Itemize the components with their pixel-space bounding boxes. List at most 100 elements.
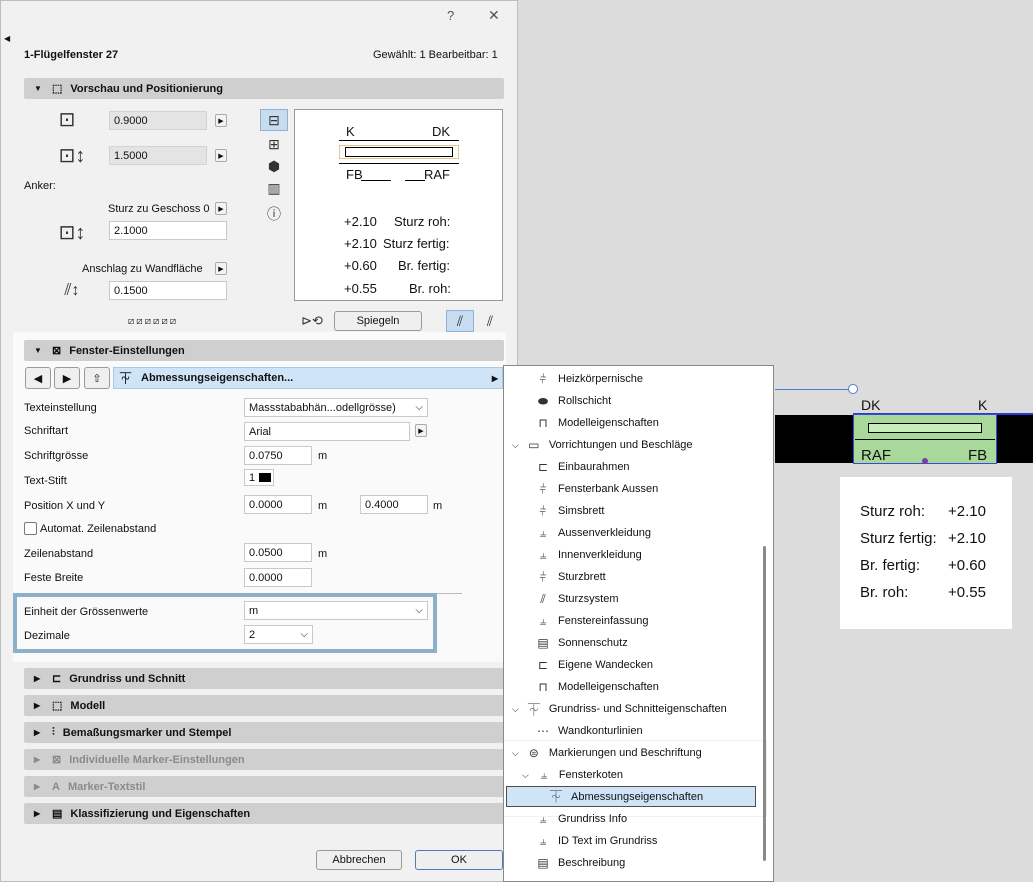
menu-item[interactable]: ⊓ Modelleigenschaften [534, 412, 659, 434]
nav-up-button[interactable]: ⇧ [84, 367, 110, 389]
menu-item[interactable]: ⫨ Fenstereinfassung [534, 610, 649, 632]
section-modell[interactable]: ▶ ⬚ Modell [24, 695, 504, 716]
section-marker[interactable]: ▶ ⫶ Bemaßungsmarker und Stempel [24, 722, 504, 743]
cube-icon: ⬚ [52, 700, 63, 712]
schriftgroesse-label: Schriftgrösse [24, 450, 89, 462]
menu-group[interactable]: ⌵ ⏇ Grundriss- und Schnitteigenschaften [512, 698, 727, 720]
corner-icon: ⊏ [537, 658, 549, 672]
menu-item[interactable]: ⫨ ID Text im Grundriss [534, 830, 658, 852]
schriftart-input[interactable]: Arial [244, 422, 410, 441]
section-individual-marker[interactable]: ▶ ⊠ Individuelle Marker-Einstellungen [24, 749, 504, 770]
3d-view-icon[interactable]: ⬢ [260, 155, 288, 177]
preview-k: K [346, 124, 355, 139]
position-x-input[interactable]: 0.0000 [244, 495, 312, 514]
section-settings[interactable]: ▼ ⊠ Fenster-Einstellungen [24, 340, 504, 361]
height-input[interactable]: 1.5000 [109, 146, 207, 165]
close-button[interactable]: ✕ [488, 7, 500, 24]
chevron-down-icon: ⌵ [300, 629, 308, 640]
feste-breite-label: Feste Breite [24, 572, 84, 584]
menu-group[interactable]: ⌵ ⫨ Fensterkoten [522, 764, 623, 786]
anschlag-input[interactable]: 0.1500 [109, 281, 227, 300]
menu-item[interactable]: ⫽ Sturzsystem [534, 588, 618, 610]
feste-breite-input[interactable]: 0.0000 [244, 568, 312, 587]
sturz-label: Sturz zu Geschoss 0 [108, 203, 210, 215]
menu-item[interactable]: ⫩ Fensterbank Aussen [534, 478, 659, 500]
menu-item[interactable]: ⊏ Einbaurahmen [534, 456, 630, 478]
dimension-icon: ⫨ [540, 767, 548, 782]
section-grundriss[interactable]: ▶ ⊏ Grundriss und Schnitt [24, 668, 504, 689]
menu-item[interactable]: ⫩ Heizkörpernische [534, 368, 643, 390]
chevron-down-icon: ⌵ [512, 439, 519, 450]
textstift-input[interactable]: 1 [244, 469, 274, 486]
menu-item[interactable]: ⬬ Rollschicht [534, 390, 611, 412]
window-sash [868, 423, 982, 433]
menu-item[interactable]: ⫩ Simsbrett [534, 500, 605, 522]
textstift-label: Text-Stift [24, 475, 67, 487]
info-icon[interactable]: ⓘ [260, 203, 288, 225]
section-classification[interactable]: ▶ ▤ Klassifizierung und Eigenschaften [24, 803, 504, 824]
expand-down-icon: ▼ [34, 346, 42, 355]
section-marker-text[interactable]: ▶ A Marker-Textstil [24, 776, 504, 797]
guide-handle[interactable] [848, 384, 858, 394]
menu-scrollbar[interactable] [763, 546, 766, 861]
anschlag-arrow-button[interactable]: ▶ [215, 262, 227, 275]
nav-back-button[interactable]: ◀ [25, 367, 51, 389]
elevation-view-icon[interactable]: ▥ [260, 177, 288, 199]
section-label: Individuelle Marker-Einstellungen [69, 753, 245, 766]
schriftart-label: Schriftart [24, 425, 69, 437]
menu-item[interactable]: ⫩ Sturzbrett [534, 566, 606, 588]
menu-group[interactable]: ⌵ ⊜ Markierungen und Beschriftung [512, 742, 702, 764]
door-swing-icon[interactable]: ⊳⟲ [294, 310, 330, 332]
section-preview[interactable]: ▼ ⬚ Vorschau und Positionierung [24, 78, 504, 99]
selection-info: Gewählt: 1 Bearbeitbar: 1 [373, 49, 498, 61]
subpanel-selector[interactable]: ⏇ Abmessungseigenschaften... ▶ [113, 367, 503, 389]
plan-view-icon[interactable]: ⊟ [260, 109, 288, 131]
menu-item[interactable]: ⊓ Modelleigenschaften [534, 676, 659, 698]
preview-value-1: +2.10 [344, 214, 377, 229]
menu-item[interactable]: ⋯ Wandkonturlinien [534, 720, 643, 742]
nav-forward-button[interactable]: ▶ [54, 367, 80, 389]
sturz-input[interactable]: 2.1000 [109, 221, 227, 240]
canvas-fb: FB [968, 447, 988, 464]
width-arrow-button[interactable]: ▶ [215, 114, 227, 127]
zeilenabstand-input[interactable]: 0.0500 [244, 543, 312, 562]
position-x-unit: m [318, 500, 328, 512]
opening-left-icon[interactable]: ⫽ [446, 310, 474, 332]
anchor-label: Anker: [24, 180, 56, 192]
width-input[interactable]: 0.9000 [109, 111, 207, 130]
menu-item[interactable]: ⫨ Innenverkleidung [534, 544, 642, 566]
ok-button[interactable]: OK [415, 850, 503, 870]
menu-item[interactable]: ⫨ Grundriss Info [534, 808, 627, 830]
auto-line-spacing-checkbox[interactable] [24, 522, 37, 535]
dezimale-select[interactable]: 2 ⌵ [244, 625, 313, 644]
menu-item[interactable]: ▤ Sonnenschutz [534, 632, 627, 654]
menu-group[interactable]: ⌵ ▭ Vorrichtungen und Beschläge [512, 434, 693, 456]
menu-item-selected[interactable]: ⏇ Abmessungseigenschaften [506, 786, 756, 807]
window-sill-line [855, 439, 995, 440]
position-y-input[interactable]: 0.4000 [360, 495, 428, 514]
cancel-button[interactable]: Abbrechen [316, 850, 402, 870]
menu-item[interactable]: ⊏ Eigene Wandecken [534, 654, 653, 676]
info-plan-icon: ⫨ [539, 811, 547, 826]
mirror-button[interactable]: Spiegeln [334, 311, 422, 331]
texteinstellung-select[interactable]: Massstababhän...odellgrösse) ⌵ [244, 398, 428, 417]
help-button[interactable]: ? [447, 8, 454, 23]
section-view-icon[interactable]: ⊞ [260, 133, 288, 155]
list-icon: ▤ [52, 808, 63, 820]
niche-icon: ⫩ [539, 371, 547, 386]
collapse-arrow-icon[interactable]: ◀ [4, 34, 10, 43]
opening-right-icon[interactable]: ⫽ [477, 310, 503, 332]
preview-fb-line [361, 180, 391, 181]
schriftart-arrow-button[interactable]: ▶ [415, 424, 427, 437]
sturz-arrow-button[interactable]: ▶ [215, 202, 227, 215]
dezimale-label: Dezimale [24, 630, 70, 642]
anchor-options-icon[interactable]: ⧄⧄⧄⧄⧄⧄ [109, 312, 197, 330]
pen-icon: ⏇ [120, 373, 131, 385]
menu-item[interactable]: ▤ Beschreibung [534, 852, 625, 874]
height-arrow-button[interactable]: ▶ [215, 149, 227, 162]
einheit-select[interactable]: m ⌵ [244, 601, 428, 620]
menu-item[interactable]: ⫨ Aussenverkleidung [534, 522, 651, 544]
expand-right-icon: ▶ [34, 755, 41, 764]
schriftgroesse-input[interactable]: 0.0750 [244, 446, 312, 465]
selection-point[interactable] [922, 458, 928, 464]
